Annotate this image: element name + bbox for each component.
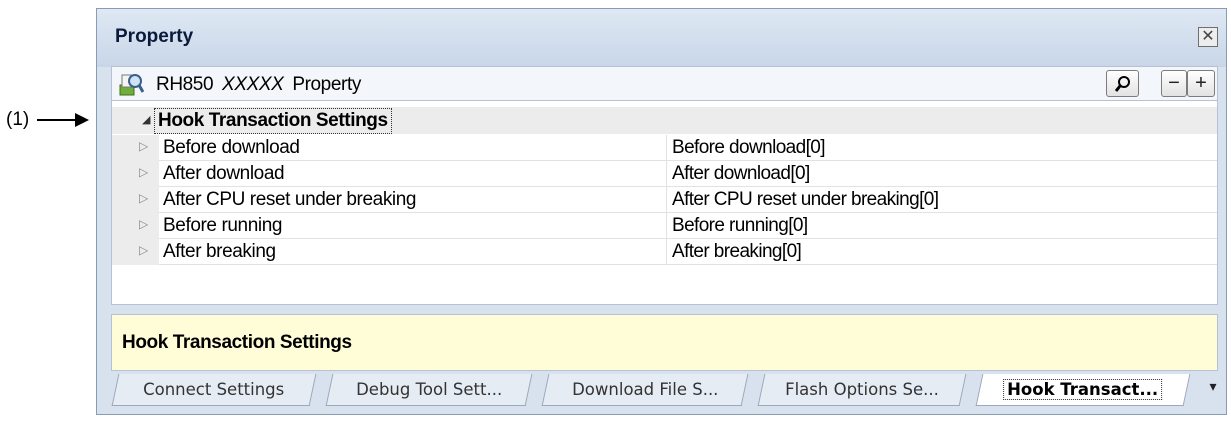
property-name: Before download: [163, 137, 300, 158]
category-label: Hook Transaction Settings: [154, 108, 392, 134]
property-icon: [119, 74, 144, 96]
tab-label: Download File S...: [571, 380, 719, 399]
property-row[interactable]: ▷ After breaking After breaking[0]: [112, 239, 1217, 265]
property-toolbar: RH850 XXXXX Property − +: [111, 66, 1218, 100]
property-label: Property: [292, 74, 361, 95]
expander-icon[interactable]: ▷: [139, 139, 148, 153]
expander-icon[interactable]: ▷: [139, 165, 148, 179]
tab-download-file-settings[interactable]: Download File S...: [541, 374, 749, 406]
property-value[interactable]: Before download[0]: [672, 137, 826, 159]
property-value[interactable]: After breaking[0]: [672, 241, 802, 263]
property-row[interactable]: ▷ Before download Before download[0]: [112, 135, 1217, 161]
expander-icon[interactable]: ▷: [139, 243, 148, 257]
property-name: After breaking: [163, 241, 276, 262]
expander-icon[interactable]: ▷: [139, 217, 148, 231]
property-row[interactable]: ▷ After CPU reset under breaking After C…: [112, 187, 1217, 213]
tab-hook-transaction-settings[interactable]: Hook Transact...: [975, 374, 1191, 406]
tab-label: Flash Options Se...: [785, 380, 939, 399]
property-value[interactable]: After CPU reset under breaking[0]: [672, 189, 939, 211]
collapse-icon: −: [1168, 72, 1180, 94]
callout-annotation: (1): [6, 108, 90, 132]
close-icon[interactable]: ✕: [1198, 27, 1218, 47]
device-name: XXXXX: [222, 74, 284, 95]
description-pane: Hook Transaction Settings: [111, 314, 1218, 371]
tab-connect-settings[interactable]: Connect Settings: [111, 374, 317, 406]
tab-list-dropdown-icon[interactable]: ▾: [1203, 378, 1223, 400]
tab-strip: Connect Settings Debug Tool Sett... Down…: [111, 372, 1228, 408]
description-text: Hook Transaction Settings: [122, 332, 352, 353]
property-row[interactable]: ▷ After download After download[0]: [112, 161, 1217, 187]
property-panel: Property ✕ RH850 XXXXX Property − + ◢ Ho…: [96, 8, 1227, 415]
property-row[interactable]: ▷ Before running Before running[0]: [112, 213, 1217, 239]
tab-label: Debug Tool Sett...: [356, 380, 503, 399]
panel-title: Property: [115, 26, 194, 47]
callout-label: (1): [6, 109, 30, 130]
panel-titlebar: Property ✕: [97, 9, 1226, 67]
arrow-right-icon: [37, 113, 90, 127]
device-prefix: RH850: [156, 74, 214, 95]
expand-all-button[interactable]: +: [1187, 70, 1215, 97]
expand-icon: +: [1195, 72, 1207, 94]
category-row[interactable]: ◢ Hook Transaction Settings: [112, 107, 1217, 134]
property-header: RH850 XXXXX Property: [156, 74, 361, 96]
property-name: After CPU reset under breaking: [163, 189, 417, 210]
tab-label: Connect Settings: [143, 380, 285, 399]
property-name: Before running: [163, 215, 283, 236]
property-grid: ◢ Hook Transaction Settings ▷ Before dow…: [111, 100, 1218, 305]
tab-flash-options-settings[interactable]: Flash Options Se...: [757, 374, 967, 406]
property-name: After download: [163, 163, 285, 184]
search-icon: [1114, 76, 1130, 92]
tab-label: Hook Transact...: [1003, 379, 1163, 400]
search-button[interactable]: [1106, 70, 1139, 97]
property-value[interactable]: After download[0]: [672, 163, 810, 185]
tab-debug-tool-settings[interactable]: Debug Tool Sett...: [325, 374, 533, 406]
property-value[interactable]: Before running[0]: [672, 215, 808, 237]
collapse-all-button[interactable]: −: [1161, 70, 1187, 97]
category-collapse-icon[interactable]: ◢: [142, 113, 150, 126]
expander-icon[interactable]: ▷: [139, 191, 148, 205]
